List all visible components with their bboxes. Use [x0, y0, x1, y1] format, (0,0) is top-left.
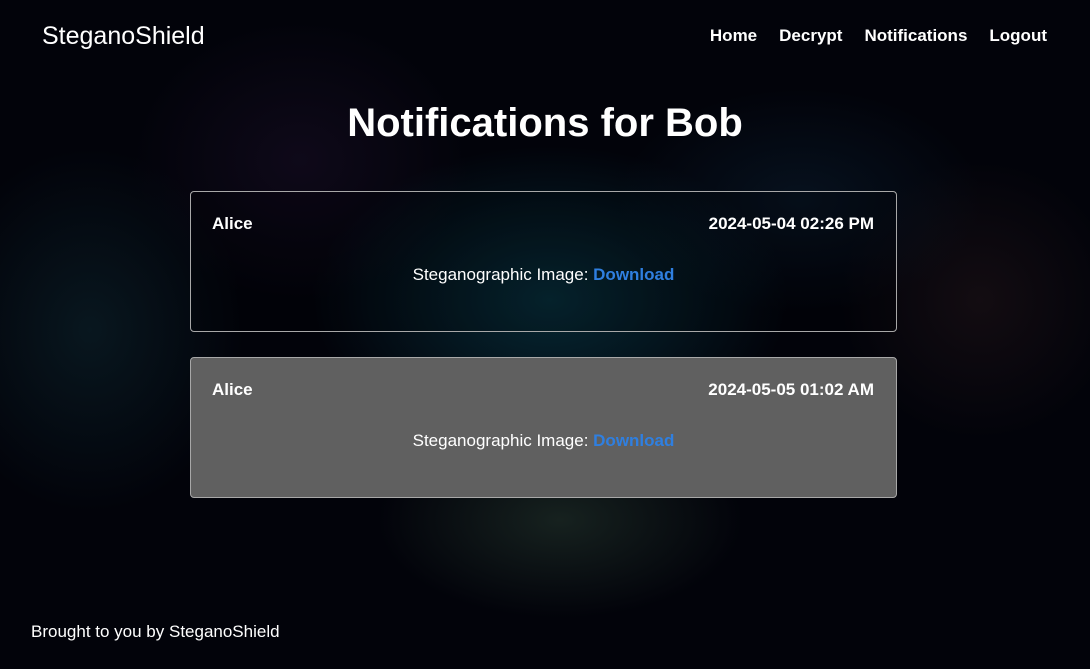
- footer-text: Brought to you by SteganoShield: [31, 622, 280, 641]
- notification-timestamp: 2024-05-04 02:26 PM: [708, 214, 874, 233]
- nav-link-logout[interactable]: Logout: [989, 25, 1047, 47]
- download-link[interactable]: Download: [593, 431, 674, 450]
- notification-sender: Alice: [212, 380, 253, 399]
- nav-links: Home Decrypt Notifications Logout: [710, 25, 1047, 47]
- notification-card: Alice 2024-05-04 02:26 PM Steganographic…: [190, 191, 897, 332]
- nav-link-decrypt[interactable]: Decrypt: [779, 25, 842, 47]
- notification-attachment: Steganographic Image: Download: [191, 430, 896, 452]
- nav-link-notifications[interactable]: Notifications: [864, 25, 967, 47]
- notification-sender: Alice: [212, 214, 253, 233]
- attachment-label: Steganographic Image:: [412, 265, 589, 284]
- attachment-label: Steganographic Image:: [412, 431, 589, 450]
- notification-timestamp: 2024-05-05 01:02 AM: [708, 380, 874, 399]
- page-title: Notifications for Bob: [347, 101, 743, 145]
- download-link[interactable]: Download: [593, 265, 674, 284]
- nav-link-home[interactable]: Home: [710, 25, 757, 47]
- brand-logo-text[interactable]: SteganoShield: [42, 21, 205, 51]
- navbar: SteganoShield Home Decrypt Notifications…: [0, 0, 1090, 72]
- notification-card-hovered: Alice 2024-05-05 01:02 AM Steganographic…: [190, 357, 897, 498]
- notification-attachment: Steganographic Image: Download: [191, 264, 896, 286]
